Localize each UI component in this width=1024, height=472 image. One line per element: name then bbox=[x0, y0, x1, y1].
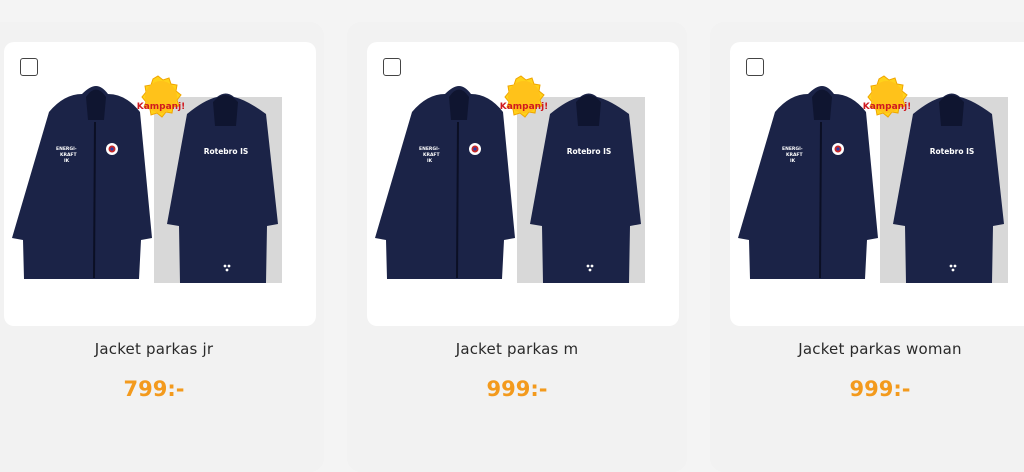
front-jacket-icon bbox=[12, 86, 152, 279]
product-grid: ENERGI- KRAFT IK Rotebro IS Kampanj! Jac… bbox=[0, 0, 1024, 472]
product-image[interactable]: ENERGI- KRAFT IK Rotebro IS Kampanj! bbox=[367, 42, 679, 326]
product-title[interactable]: Jacket parkas m bbox=[347, 340, 687, 358]
product-title[interactable]: Jacket parkas woman bbox=[710, 340, 1024, 358]
front-print-line2: KRAFT bbox=[423, 152, 441, 158]
campaign-badge-text: Kampanj! bbox=[137, 102, 186, 112]
back-print-text: Rotebro IS bbox=[930, 147, 975, 156]
product-card-jacket-parkas-jr[interactable]: ENERGI- KRAFT IK Rotebro IS Kampanj! Jac… bbox=[0, 22, 324, 472]
product-image[interactable]: ENERGI- KRAFT IK Rotebro IS Kampanj! bbox=[4, 42, 316, 326]
product-price: 799:- bbox=[123, 377, 185, 401]
back-print-text: Rotebro IS bbox=[567, 147, 612, 156]
front-print-line2: KRAFT bbox=[786, 152, 804, 158]
checkbox-empty-icon[interactable] bbox=[383, 58, 401, 76]
campaign-badge-text: Kampanj! bbox=[500, 102, 549, 112]
back-jacket-icon bbox=[893, 93, 1004, 283]
front-jacket-icon bbox=[375, 86, 515, 279]
front-print-line1: ENERGI- bbox=[782, 146, 803, 152]
back-print-text: Rotebro IS bbox=[204, 147, 249, 156]
front-print-line3: IK bbox=[427, 158, 433, 164]
front-print-line1: ENERGI- bbox=[56, 146, 77, 152]
front-jacket-icon bbox=[738, 86, 878, 279]
jacket-illustration: ENERGI- KRAFT IK Rotebro IS Kampanj! bbox=[375, 75, 641, 283]
campaign-badge-text: Kampanj! bbox=[863, 102, 912, 112]
front-print-line3: IK bbox=[64, 158, 70, 164]
product-price: 999:- bbox=[849, 377, 911, 401]
back-jacket-icon bbox=[530, 93, 641, 283]
front-print-line1: ENERGI- bbox=[419, 146, 440, 152]
front-print-line2: KRAFT bbox=[60, 152, 78, 158]
jacket-illustration: ENERGI- KRAFT IK Rotebro IS Kampanj! bbox=[738, 75, 1004, 283]
checkbox-empty-icon[interactable] bbox=[746, 58, 764, 76]
product-card-jacket-parkas-woman[interactable]: ENERGI- KRAFT IK Rotebro IS Kampanj! Jac… bbox=[710, 22, 1024, 472]
product-title[interactable]: Jacket parkas jr bbox=[0, 340, 324, 358]
product-image[interactable]: ENERGI- KRAFT IK Rotebro IS Kampanj! bbox=[730, 42, 1024, 326]
jacket-illustration: ENERGI- KRAFT IK Rotebro IS Kampanj! bbox=[12, 75, 278, 283]
checkbox-empty-icon[interactable] bbox=[20, 58, 38, 76]
front-print-line3: IK bbox=[790, 158, 796, 164]
product-card-jacket-parkas-m[interactable]: ENERGI- KRAFT IK Rotebro IS Kampanj! Jac… bbox=[347, 22, 687, 472]
product-price: 999:- bbox=[486, 377, 548, 401]
back-jacket-icon bbox=[167, 93, 278, 283]
